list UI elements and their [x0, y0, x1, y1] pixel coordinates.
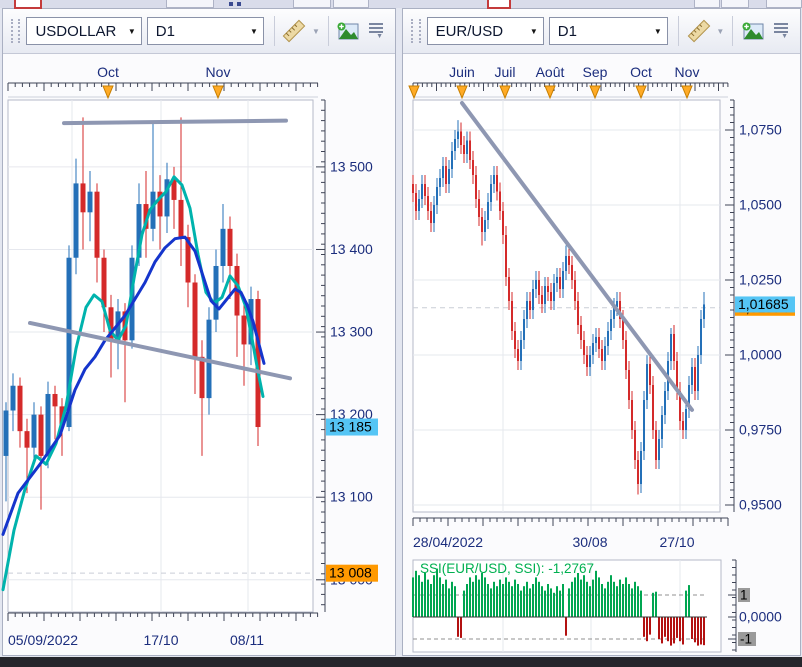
svg-text:Sep: Sep: [583, 64, 608, 80]
period-marker: [545, 86, 555, 98]
period-marker: [682, 86, 692, 98]
svg-text:28/04/2022: 28/04/2022: [413, 534, 483, 550]
period-marker: [103, 86, 113, 98]
svg-text:Oct: Oct: [630, 64, 652, 80]
svg-text:-1: -1: [740, 632, 752, 647]
usdollar-chart: OctNov13 50013 40013 30013 20013 10013 0…: [3, 64, 378, 648]
svg-text:1,0250: 1,0250: [739, 272, 782, 288]
bottom-window-band: [0, 657, 802, 667]
usdollar-chart-trendline: [64, 121, 286, 123]
svg-text:1,01685: 1,01685: [738, 296, 789, 312]
svg-text:13 100: 13 100: [330, 489, 373, 505]
svg-text:1: 1: [740, 588, 748, 603]
svg-text:1,0500: 1,0500: [739, 197, 782, 213]
eurusd-chart: Juin Juil Août Sep Oct Nov 1,0750 1,0500 1,0250 1…: [409, 64, 795, 550]
svg-text:0,0000: 0,0000: [739, 609, 782, 625]
period-marker: [636, 86, 646, 98]
period-marker: [213, 86, 223, 98]
svg-text:0,9500: 0,9500: [739, 497, 782, 513]
svg-text:13 300: 13 300: [330, 324, 373, 340]
trading-workspace: USDOLLAR ▼ D1 ▼ ▼: [0, 0, 802, 667]
svg-text:13 185: 13 185: [329, 419, 372, 435]
eurusd-ssi-panel: 1 0,0000 -1 SSI(EUR/USD, SSI): -1,2767: [412, 560, 782, 652]
svg-text:05/09/2022: 05/09/2022: [8, 632, 78, 648]
svg-text:13 008: 13 008: [329, 565, 372, 581]
svg-text:27/10: 27/10: [659, 534, 694, 550]
svg-text:Juil: Juil: [494, 64, 515, 80]
svg-text:08/11: 08/11: [230, 632, 264, 648]
svg-text:17/10: 17/10: [143, 632, 178, 648]
charts-canvas[interactable]: OctNov13 50013 40013 30013 20013 10013 0…: [0, 0, 802, 667]
svg-text:Oct: Oct: [97, 64, 119, 80]
period-marker: [457, 86, 467, 98]
svg-text:Nov: Nov: [675, 64, 700, 80]
period-marker: [590, 86, 600, 98]
svg-text:1,0000: 1,0000: [739, 347, 782, 363]
ssi-indicator-label: SSI(EUR/USD, SSI): -1,2767: [420, 561, 594, 576]
svg-text:13 400: 13 400: [330, 241, 373, 257]
svg-text:1,0750: 1,0750: [739, 122, 782, 138]
svg-text:13 500: 13 500: [330, 158, 373, 174]
svg-text:Juin: Juin: [449, 64, 475, 80]
period-marker: [409, 86, 419, 98]
svg-text:Nov: Nov: [206, 64, 231, 80]
period-marker: [500, 86, 510, 98]
svg-text:Août: Août: [536, 64, 565, 80]
svg-text:30/08: 30/08: [572, 534, 607, 550]
svg-text:0,9750: 0,9750: [739, 422, 782, 438]
